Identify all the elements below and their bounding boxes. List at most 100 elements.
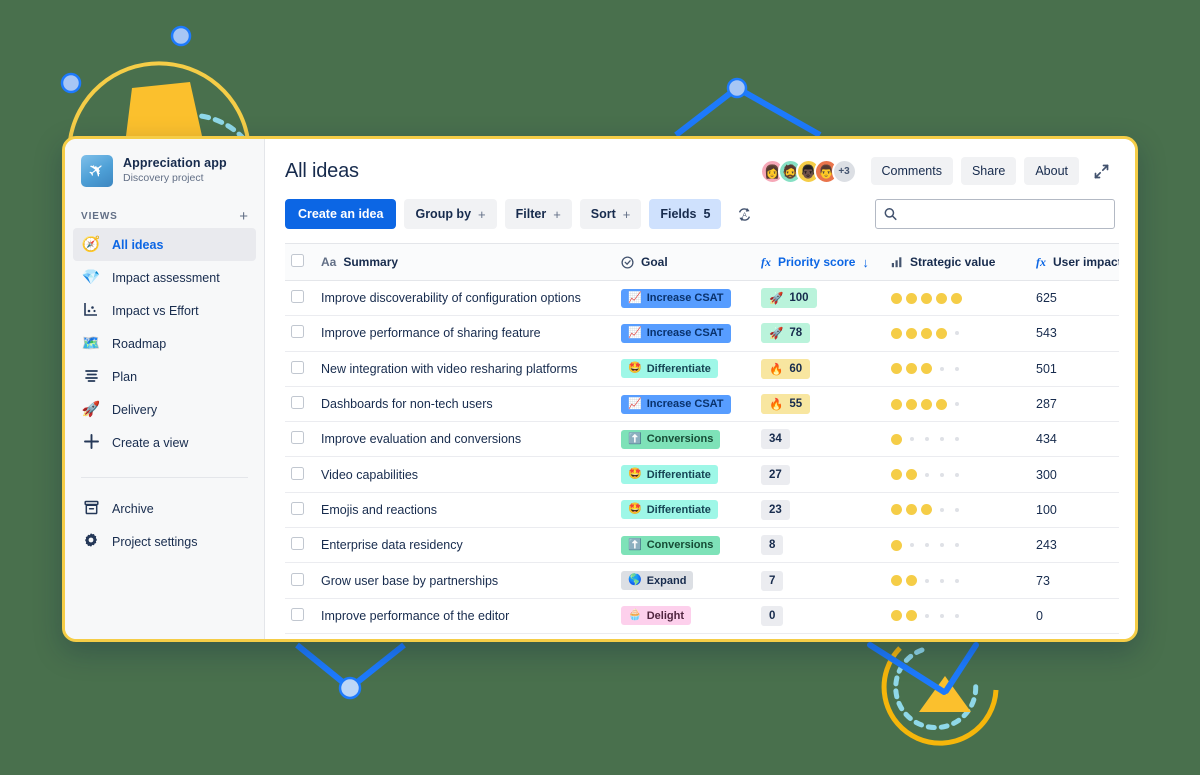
row-checkbox-cell[interactable] <box>285 421 315 458</box>
table-row[interactable]: Improve performance of the editor 🧁 Deligh… <box>285 598 1119 634</box>
row-user-impact[interactable]: 543 <box>1030 315 1119 352</box>
row-goal[interactable]: ⬆️ Conversions <box>615 421 755 458</box>
table-row[interactable]: New integration with video resharing pla… <box>285 351 1119 387</box>
project-header[interactable]: ✈ Appreciation app Discovery project <box>65 155 264 187</box>
table-row[interactable]: Dashboards for non-tech users 📈 Increase C… <box>285 386 1119 423</box>
table-row[interactable]: Grow user base by partnerships 🌎 Expand 7 73 <box>285 562 1119 599</box>
row-strategic-value[interactable] <box>885 598 1030 634</box>
row-summary[interactable]: Dashboards for non-tech users <box>315 386 615 423</box>
row-checkbox[interactable] <box>291 466 304 480</box>
text-wrap-icon[interactable]: A <box>729 199 759 229</box>
row-checkbox[interactable] <box>291 607 304 621</box>
row-priority-score[interactable]: 8 <box>755 527 885 564</box>
search-input[interactable] <box>875 199 1115 229</box>
column-user-impact[interactable]: fx User impact <box>1030 243 1119 281</box>
row-checkbox[interactable] <box>291 431 304 445</box>
avatar-group[interactable]: 👩 🧔 👨🏿 👨 +3 <box>759 158 857 184</box>
sidebar-item-plan[interactable]: Plan <box>73 360 256 393</box>
row-checkbox[interactable] <box>291 290 304 304</box>
group-by-button[interactable]: Group by + <box>404 199 497 229</box>
column-select-all[interactable] <box>285 243 315 281</box>
row-checkbox-cell[interactable] <box>285 351 315 387</box>
table-row[interactable]: Improve performance of sharing feature 📈 I… <box>285 315 1119 352</box>
share-button[interactable]: Share <box>960 157 1017 185</box>
row-summary[interactable]: Improve discoverability of configuration… <box>315 280 615 317</box>
table-row[interactable]: Improve evaluation and conversions ⬆️ Conv… <box>285 421 1119 458</box>
sidebar-item-roadmap[interactable]: 🗺️ Roadmap <box>73 327 256 360</box>
row-checkbox[interactable] <box>291 325 304 339</box>
about-button[interactable]: About <box>1024 157 1079 185</box>
plus-icon[interactable]: + <box>239 209 248 224</box>
row-user-impact[interactable]: 243 <box>1030 527 1119 564</box>
row-user-impact[interactable]: 625 <box>1030 280 1119 317</box>
row-summary[interactable]: New integration with video resharing pla… <box>315 351 615 387</box>
row-strategic-value[interactable] <box>885 386 1030 423</box>
table-row[interactable]: Improve discoverability of configuration… <box>285 280 1119 317</box>
row-priority-score[interactable]: 0 <box>755 598 885 634</box>
column-priority-score[interactable]: fx Priority score ↓ <box>755 243 885 281</box>
column-summary[interactable]: Aa Summary <box>315 243 615 281</box>
row-user-impact[interactable]: 287 <box>1030 386 1119 423</box>
row-goal[interactable]: 🤩 Differentiate <box>615 492 755 529</box>
row-summary[interactable]: Improve performance of sharing feature <box>315 315 615 352</box>
sidebar-item-project-settings[interactable]: Project settings <box>73 525 256 558</box>
row-priority-score[interactable]: 7 <box>755 562 885 599</box>
sidebar-item-create-a-view[interactable]: Create a view <box>73 426 256 459</box>
comments-button[interactable]: Comments <box>870 157 953 185</box>
row-checkbox-cell[interactable] <box>285 527 315 564</box>
row-checkbox-cell[interactable] <box>285 456 315 493</box>
row-summary[interactable]: Improve performance of the editor <box>315 598 615 634</box>
row-priority-score[interactable]: 27 <box>755 456 885 493</box>
sort-button[interactable]: Sort + <box>579 199 642 229</box>
row-strategic-value[interactable] <box>885 351 1030 387</box>
sidebar-item-impact-vs-effort[interactable]: Impact vs Effort <box>73 294 256 327</box>
row-user-impact[interactable]: 501 <box>1030 351 1119 387</box>
row-summary[interactable]: Improve evaluation and conversions <box>315 421 615 458</box>
row-strategic-value[interactable] <box>885 315 1030 352</box>
row-strategic-value[interactable] <box>885 527 1030 564</box>
column-strategic-value[interactable]: Strategic value <box>885 243 1030 281</box>
row-goal[interactable]: 🤩 Differentiate <box>615 351 755 387</box>
row-checkbox[interactable] <box>291 572 304 586</box>
row-checkbox[interactable] <box>291 537 304 551</box>
search-box[interactable] <box>875 199 1115 229</box>
column-goal[interactable]: Goal <box>615 243 755 281</box>
row-checkbox-cell[interactable] <box>285 386 315 423</box>
row-priority-score[interactable]: 23 <box>755 492 885 529</box>
row-summary[interactable]: Grow user base by partnerships <box>315 562 615 599</box>
row-strategic-value[interactable] <box>885 562 1030 599</box>
row-strategic-value[interactable] <box>885 492 1030 529</box>
select-all-checkbox[interactable] <box>291 254 304 267</box>
row-strategic-value[interactable] <box>885 456 1030 493</box>
create-an-idea-button[interactable]: Create an idea <box>285 199 397 229</box>
row-checkbox-cell[interactable] <box>285 562 315 599</box>
table-row[interactable]: Emojis and reactions 🤩 Differentiate 23 100 <box>285 492 1119 529</box>
sidebar-item-archive[interactable]: Archive <box>73 492 256 525</box>
row-goal[interactable]: 🤩 Differentiate <box>615 456 755 493</box>
row-checkbox-cell[interactable] <box>285 280 315 317</box>
table-row[interactable]: Enterprise data residency ⬆️ Conversions 8 2… <box>285 527 1119 564</box>
row-priority-score[interactable]: 🚀 100 <box>755 280 885 317</box>
row-priority-score[interactable]: 34 <box>755 421 885 458</box>
row-priority-score[interactable]: 🔥 60 <box>755 351 885 387</box>
row-user-impact[interactable]: 73 <box>1030 562 1119 599</box>
row-goal[interactable]: 📈 Increase CSAT <box>615 315 755 352</box>
row-user-impact[interactable]: 100 <box>1030 492 1119 529</box>
row-summary[interactable]: Emojis and reactions <box>315 492 615 529</box>
expand-icon[interactable] <box>1087 157 1115 185</box>
sidebar-item-impact-assessment[interactable]: 💎 Impact assessment <box>73 261 256 294</box>
sidebar-item-all-ideas[interactable]: 🧭 All ideas <box>73 228 256 261</box>
row-user-impact[interactable]: 300 <box>1030 456 1119 493</box>
row-goal[interactable]: ⬆️ Conversions <box>615 527 755 564</box>
row-priority-score[interactable]: 🔥 55 <box>755 386 885 423</box>
sidebar-item-delivery[interactable]: 🚀 Delivery <box>73 393 256 426</box>
row-summary[interactable]: Video capabilities <box>315 456 615 493</box>
row-checkbox-cell[interactable] <box>285 492 315 529</box>
row-strategic-value[interactable] <box>885 421 1030 458</box>
row-checkbox[interactable] <box>291 396 304 410</box>
fields-button[interactable]: Fields 5 <box>649 199 722 229</box>
row-checkbox-cell[interactable] <box>285 598 315 634</box>
row-checkbox[interactable] <box>291 501 304 515</box>
row-strategic-value[interactable] <box>885 280 1030 317</box>
filter-button[interactable]: Filter + <box>504 199 572 229</box>
